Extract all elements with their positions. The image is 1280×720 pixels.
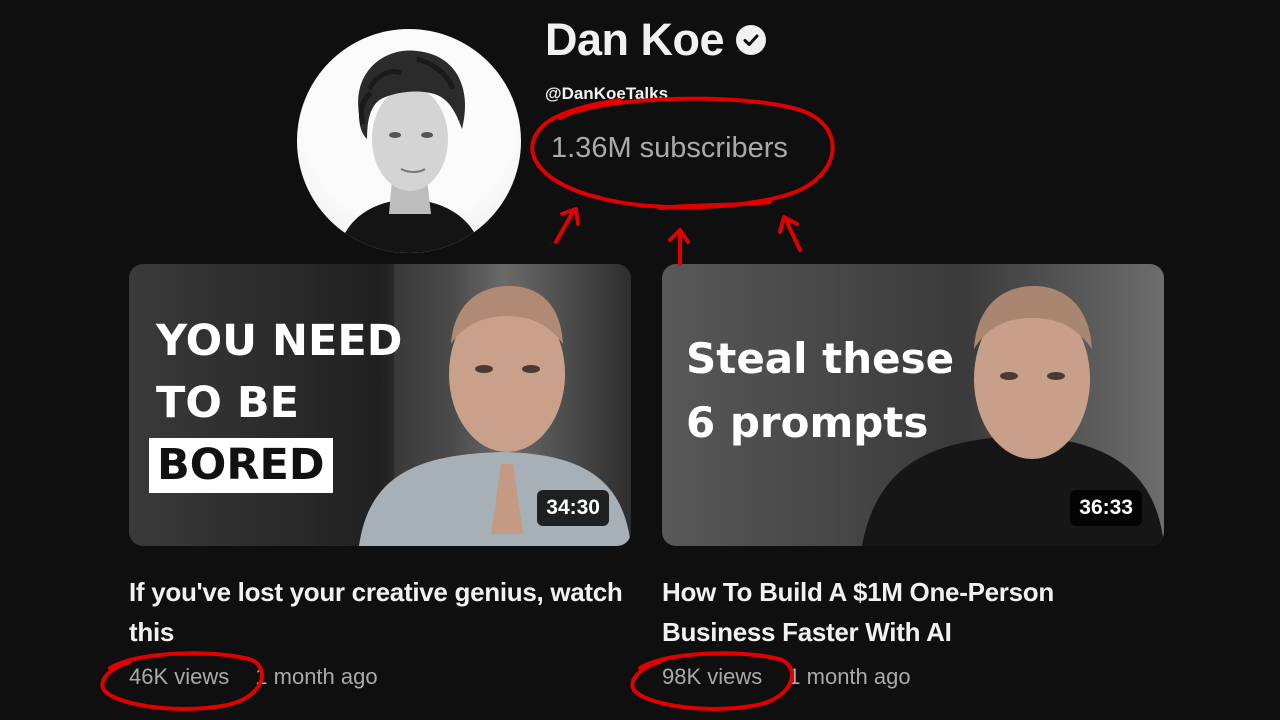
video-card[interactable]: Steal these 6 prompts 36:33 How To Build… — [662, 264, 1164, 689]
thumbnail-text-highlight: BORED — [149, 438, 333, 493]
upload-age: 1 month ago — [788, 664, 911, 689]
video-thumbnail[interactable]: Steal these 6 prompts 36:33 — [662, 264, 1164, 546]
subscriber-count: 1.36M subscribers — [551, 132, 788, 164]
video-meta: 98K views 1 month ago — [662, 664, 911, 690]
arrow-middle — [668, 228, 690, 266]
arrow-left — [554, 207, 580, 244]
verified-check-icon — [736, 25, 767, 55]
video-duration: 36:33 — [1070, 490, 1142, 526]
view-count: 98K views — [662, 664, 763, 689]
channel-handle: @DanKoeTalks — [545, 84, 669, 103]
channel-name[interactable]: Dan Koe — [545, 14, 767, 66]
video-title[interactable]: If you've lost your creative genius, wat… — [129, 572, 629, 652]
channel-avatar[interactable] — [297, 29, 521, 253]
thumbnail-text-line: TO BE — [156, 378, 300, 428]
avatar-portrait — [337, 50, 483, 253]
channel-name-text: Dan Koe — [545, 14, 725, 65]
arrow-right — [778, 215, 802, 252]
video-title[interactable]: How To Build A $1M One-Person Business F… — [662, 572, 1162, 652]
upload-age: 1 month ago — [255, 664, 378, 689]
video-duration: 34:30 — [537, 490, 609, 526]
thumbnail-text-line: YOU NEED — [156, 316, 403, 366]
video-card[interactable]: YOU NEED TO BE BORED 34:30 If you've los… — [129, 264, 631, 689]
thumbnail-text-line: Steal these — [686, 334, 955, 383]
video-thumbnail[interactable]: YOU NEED TO BE BORED 34:30 — [129, 264, 631, 546]
subscriber-circle-stroke — [658, 200, 772, 210]
thumbnail-text-line: 6 prompts — [686, 398, 929, 447]
video-meta: 46K views 1 month ago — [129, 664, 378, 690]
view-count: 46K views — [129, 664, 230, 689]
